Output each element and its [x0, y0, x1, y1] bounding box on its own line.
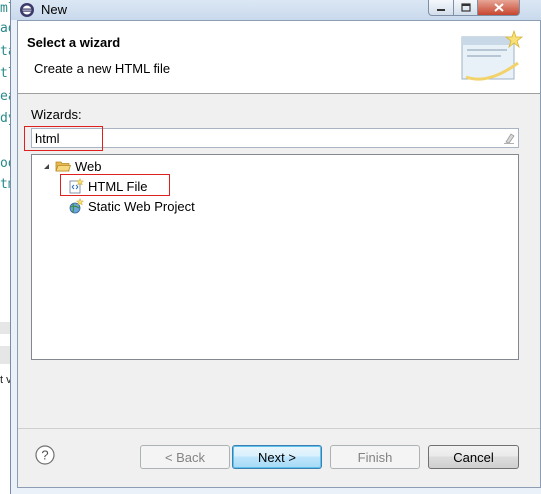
title-bar[interactable]: New: [11, 0, 541, 20]
maximize-icon: [460, 3, 471, 12]
wizard-filter-input[interactable]: [31, 128, 519, 148]
back-button[interactable]: < Back: [140, 445, 230, 469]
new-wizard-banner-icon: [461, 29, 524, 81]
tree-item-label: HTML File: [88, 178, 148, 194]
window-title: New: [41, 2, 68, 17]
tree-item-label: Static Web Project: [88, 198, 195, 214]
cancel-button[interactable]: Cancel: [428, 445, 519, 469]
wizards-label: Wizards:: [31, 107, 82, 122]
web-project-wizard-icon: [69, 198, 84, 214]
close-icon: [493, 3, 504, 12]
eclipse-icon: [20, 3, 34, 17]
folder-open-icon: [55, 161, 71, 172]
minimize-icon: [437, 8, 445, 11]
button-bar-separator: [18, 428, 540, 429]
header-description: Create a new HTML file: [34, 61, 171, 76]
next-button[interactable]: Next >: [232, 445, 322, 469]
tree-item-label: Web: [75, 158, 102, 174]
clear-filter-icon[interactable]: [502, 131, 516, 145]
tree-item-web[interactable]: Web: [42, 157, 102, 175]
help-icon-glyph: ?: [41, 448, 48, 463]
help-icon[interactable]: ?: [35, 445, 55, 465]
header-title: Select a wizard: [27, 35, 121, 50]
finish-button[interactable]: Finish: [330, 445, 420, 469]
tree-expanded-icon[interactable]: [42, 162, 51, 171]
minimize-button[interactable]: [428, 0, 454, 16]
wizard-tree[interactable]: Web HTML File Static Web Project: [31, 154, 519, 360]
wizard-header: Select a wizard Create a new HTML file: [18, 21, 540, 94]
dialog-body: Select a wizard Create a new HTML file W…: [17, 20, 541, 488]
new-wizard-dialog: New Select a wizard Create a new HTML fi…: [10, 0, 541, 494]
close-button[interactable]: [477, 0, 520, 16]
tree-item-static-web-project[interactable]: Static Web Project: [68, 197, 195, 215]
tree-item-html-file[interactable]: HTML File: [68, 177, 147, 195]
maximize-button[interactable]: [453, 0, 478, 16]
html-file-wizard-icon: [69, 178, 84, 194]
